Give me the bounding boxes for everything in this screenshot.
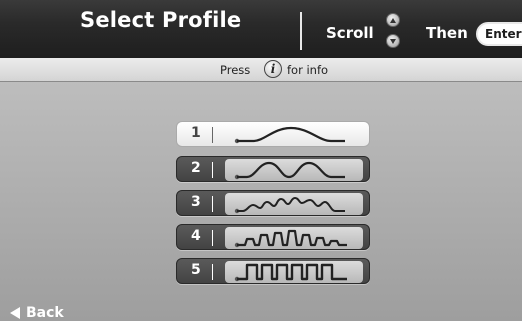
profile-number: 3 <box>191 194 201 210</box>
double-hill-wave-icon <box>225 159 363 181</box>
profile-number: 2 <box>191 160 201 176</box>
back-label: Back <box>26 305 64 321</box>
profile-separator <box>212 196 213 212</box>
header-divider <box>300 12 302 50</box>
profile-option-1[interactable]: 1 <box>176 121 370 147</box>
scroll-up-icon[interactable] <box>386 13 400 27</box>
profile-separator <box>212 162 213 178</box>
profile-number: 5 <box>191 262 201 278</box>
square-interval-wave-icon <box>225 261 363 283</box>
back-button[interactable]: Back <box>10 305 64 321</box>
header-bar: Select Profile Scroll Then Enter <box>0 0 522 58</box>
single-hill-wave-icon <box>225 124 363 146</box>
profile-number: 4 <box>191 228 201 244</box>
enter-button[interactable]: Enter <box>476 22 522 46</box>
info-icon[interactable]: i <box>264 60 282 78</box>
profile-option-4[interactable]: 4 <box>176 224 370 250</box>
back-arrow-icon <box>10 307 20 319</box>
profile-separator <box>212 127 213 143</box>
profile-option-2[interactable]: 2 <box>176 156 370 182</box>
profile-separator <box>212 264 213 280</box>
press-label: Press <box>220 63 251 77</box>
page-title: Select Profile <box>80 8 242 32</box>
profile-number: 1 <box>191 125 201 141</box>
info-bar: Press i for info <box>0 58 522 82</box>
rolling-interval-wave-icon <box>225 227 363 249</box>
scroll-label: Scroll <box>326 24 374 42</box>
profile-option-5[interactable]: 5 <box>176 258 370 284</box>
profile-separator <box>212 230 213 246</box>
then-label: Then <box>426 24 468 42</box>
info-label: for info <box>287 63 329 77</box>
multi-hill-wave-icon <box>225 193 363 215</box>
scroll-down-icon[interactable] <box>386 34 400 48</box>
profile-option-3[interactable]: 3 <box>176 190 370 216</box>
